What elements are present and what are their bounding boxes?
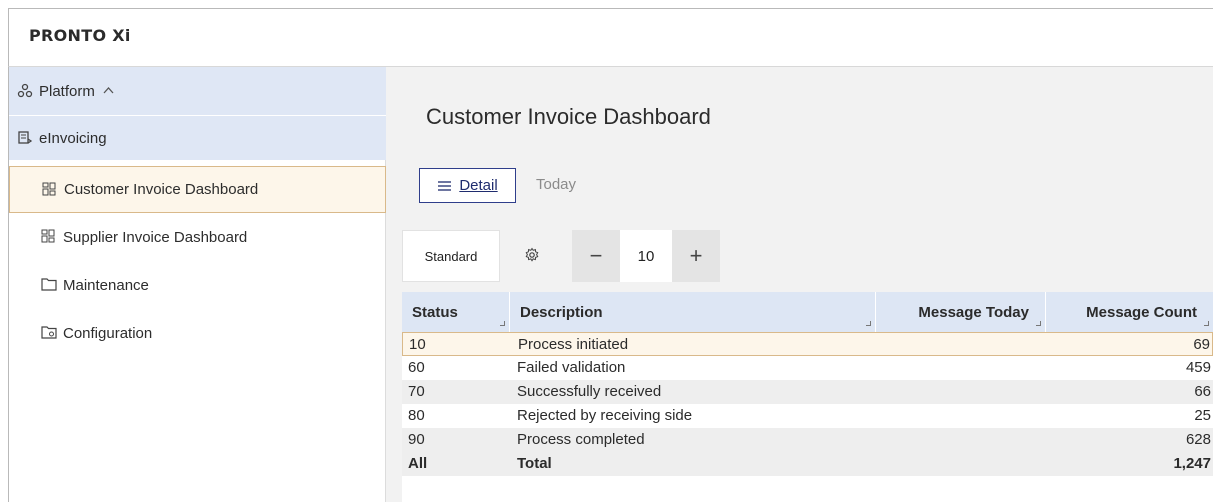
gear-icon[interactable] bbox=[524, 247, 540, 267]
tab-detail-label: Detail bbox=[459, 177, 498, 194]
cell-status: 60 bbox=[408, 359, 425, 376]
nav-group-einvoicing[interactable]: eInvoicing bbox=[9, 115, 386, 160]
sidebar-item-label: Customer Invoice Dashboard bbox=[64, 181, 259, 198]
dashboard-icon bbox=[42, 182, 58, 198]
cell-message-count: 66 bbox=[1194, 383, 1211, 400]
column-header-message-today[interactable]: Message Today bbox=[876, 292, 1046, 332]
tab-detail[interactable]: Detail bbox=[419, 168, 516, 203]
cell-message-count: 459 bbox=[1185, 359, 1211, 376]
nav-group-einvoicing-label: eInvoicing bbox=[39, 129, 107, 147]
column-header-description-label: Description bbox=[520, 303, 603, 321]
folder-settings-icon bbox=[41, 325, 57, 341]
page-size-value[interactable]: 10 bbox=[620, 230, 672, 282]
cell-description: Process initiated bbox=[518, 336, 629, 353]
cell-description: Successfully received bbox=[517, 383, 662, 400]
view-standard-button[interactable]: Standard bbox=[402, 230, 500, 282]
column-header-message-count-label: Message Count bbox=[1086, 303, 1197, 321]
cell-description: Process completed bbox=[517, 431, 645, 448]
chevron-up-icon bbox=[103, 85, 114, 97]
table-row[interactable]: 60 Failed validation 459 bbox=[402, 356, 1213, 380]
page-size-decrement-button[interactable]: − bbox=[572, 230, 620, 282]
sidebar-item-configuration[interactable]: Configuration bbox=[9, 309, 386, 357]
table-header: Status Description Message Today Message… bbox=[402, 292, 1213, 332]
cell-message-count: 1,247 bbox=[1173, 455, 1211, 472]
tab-today[interactable]: Today bbox=[536, 176, 576, 193]
column-header-status-label: Status bbox=[412, 303, 458, 321]
cell-status: 80 bbox=[408, 407, 425, 424]
cell-message-count: 69 bbox=[1193, 336, 1210, 353]
sidebar-item-label: Maintenance bbox=[63, 276, 149, 294]
sidebar: Platform eInvoicing Customer Invoice Das… bbox=[9, 67, 386, 502]
sidebar-item-customer-invoice-dashboard[interactable]: Customer Invoice Dashboard bbox=[9, 166, 386, 213]
column-header-status[interactable]: Status bbox=[402, 292, 510, 332]
column-header-message-count[interactable]: Message Count bbox=[1046, 292, 1213, 332]
cell-description: Rejected by receiving side bbox=[517, 407, 693, 424]
cell-description: Total bbox=[517, 455, 552, 472]
cell-status: All bbox=[408, 455, 428, 472]
column-header-description[interactable]: Description bbox=[510, 292, 876, 332]
column-header-message-today-label: Message Today bbox=[918, 303, 1029, 321]
cell-message-count: 25 bbox=[1194, 407, 1211, 424]
table-row[interactable]: 10 Process initiated 69 bbox=[402, 332, 1213, 356]
sidebar-item-label: Supplier Invoice Dashboard bbox=[63, 228, 248, 246]
folder-icon bbox=[41, 277, 57, 293]
dashboard-icon bbox=[41, 229, 57, 245]
table-total-row[interactable]: All Total 1,247 bbox=[402, 452, 1213, 476]
nav-group-platform-label: Platform bbox=[39, 82, 95, 100]
status-table: Status Description Message Today Message… bbox=[402, 292, 1213, 502]
main-content: Customer Invoice Dashboard Detail Today … bbox=[386, 67, 1213, 502]
table-row[interactable]: 70 Successfully received 66 bbox=[402, 380, 1213, 404]
page-title: Customer Invoice Dashboard bbox=[426, 104, 711, 129]
cell-status: 90 bbox=[408, 431, 425, 448]
cell-status: 70 bbox=[408, 383, 425, 400]
resize-handle-icon[interactable] bbox=[1036, 321, 1041, 326]
resize-handle-icon[interactable] bbox=[866, 321, 871, 326]
resize-handle-icon[interactable] bbox=[1204, 321, 1209, 326]
app-logo[interactable]: PRONTO Xi bbox=[29, 26, 131, 45]
resize-handle-icon[interactable] bbox=[500, 321, 505, 326]
cell-status: 10 bbox=[409, 336, 426, 353]
sidebar-item-supplier-invoice-dashboard[interactable]: Supplier Invoice Dashboard bbox=[9, 213, 386, 261]
cell-message-count: 628 bbox=[1185, 431, 1211, 448]
sidebar-item-label: Configuration bbox=[63, 324, 153, 342]
table-row[interactable]: 90 Process completed 628 bbox=[402, 428, 1213, 452]
sidebar-item-maintenance[interactable]: Maintenance bbox=[9, 261, 386, 309]
nav-group-platform[interactable]: Platform bbox=[9, 67, 386, 115]
top-bar: PRONTO Xi bbox=[8, 8, 1213, 67]
cell-description: Failed validation bbox=[517, 359, 626, 376]
platform-icon bbox=[17, 83, 33, 99]
table-row[interactable]: 80 Rejected by receiving side 25 bbox=[402, 404, 1213, 428]
einvoicing-icon bbox=[17, 130, 33, 146]
page-size-increment-button[interactable]: + bbox=[672, 230, 720, 282]
list-icon bbox=[438, 180, 452, 191]
